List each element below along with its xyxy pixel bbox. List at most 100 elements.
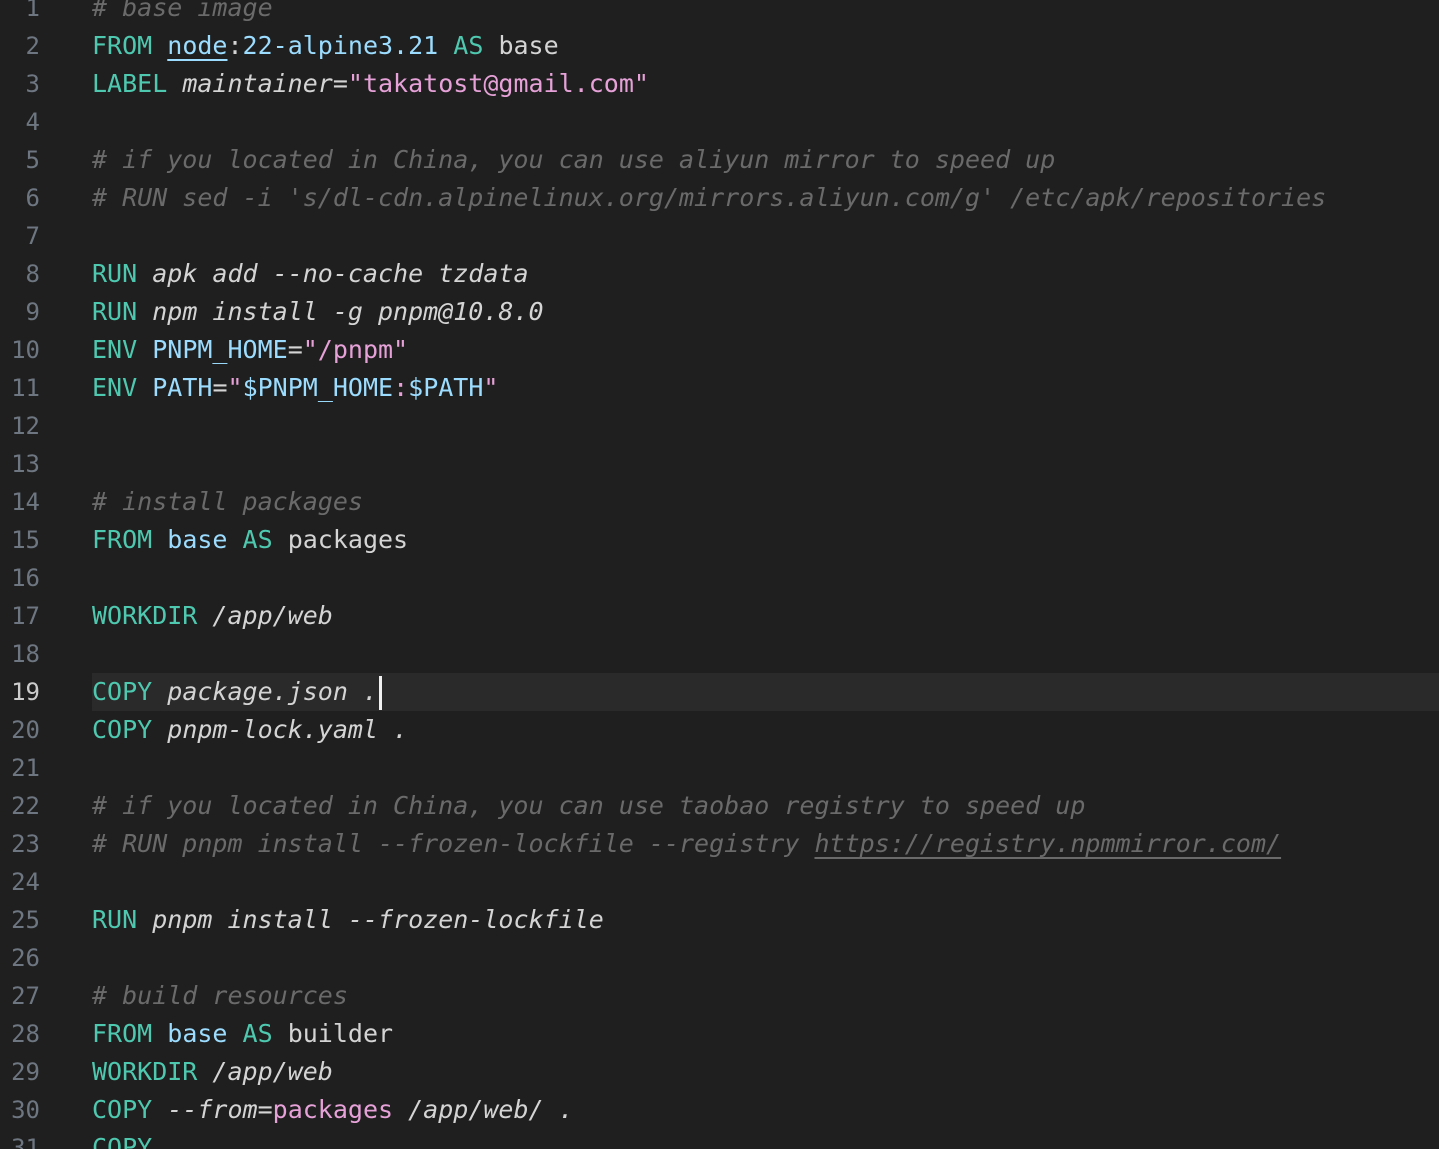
code-line[interactable]: 11 ENV PATH="$PNPM_HOME:$PATH"	[0, 369, 1439, 407]
line-content[interactable]: RUN apk add --no-cache tzdata	[92, 255, 1439, 293]
line-number: 31	[11, 1134, 40, 1149]
code-line[interactable]: 1 # base image	[0, 0, 1439, 27]
code-token: AS	[227, 1019, 288, 1048]
line-content[interactable]: # install packages	[92, 483, 1439, 521]
code-line[interactable]: 20 COPY pnpm-lock.yaml .	[0, 711, 1439, 749]
code-token: "takatost@gmail.com"	[347, 69, 649, 98]
line-number: 5	[25, 146, 40, 174]
code-token: COPY	[92, 715, 168, 744]
line-content[interactable]: WORKDIR /app/web	[92, 597, 1439, 635]
code-token: # install packages	[92, 487, 363, 516]
code-token: PNPM_HOME	[152, 335, 288, 364]
code-line[interactable]: 30 COPY --from=packages /app/web/ .	[0, 1091, 1439, 1129]
code-token: pnpm-lock.yaml .	[167, 715, 409, 744]
line-number: 13	[11, 450, 40, 478]
code-token: WORKDIR	[92, 1057, 213, 1086]
line-content[interactable]: FROM base AS packages	[92, 521, 1439, 559]
code-line[interactable]: 12	[0, 407, 1439, 445]
code-line[interactable]: 2 FROM node:22-alpine3.21 AS base	[0, 27, 1439, 65]
code-line[interactable]: 24	[0, 863, 1439, 901]
line-content[interactable]: # if you located in China, you can use a…	[92, 141, 1439, 179]
code-token: pnpm install --frozen-lockfile	[152, 905, 604, 934]
code-editor[interactable]: 1 # base image 2 FROM node:22-alpine3.21 AS…	[0, 0, 1439, 1149]
code-line[interactable]: 29 WORKDIR /app/web	[0, 1053, 1439, 1091]
line-content[interactable]	[92, 407, 1439, 445]
line-content[interactable]: # RUN sed -i 's/dl-cdn.alpinelinux.org/m…	[92, 179, 1439, 217]
line-content[interactable]: FROM node:22-alpine3.21 AS base	[92, 27, 1439, 65]
code-token: apk add --no-cache tzdata	[152, 259, 529, 288]
code-line[interactable]: 8 RUN apk add --no-cache tzdata	[0, 255, 1439, 293]
code-line[interactable]: 3 LABEL maintainer="takatost@gmail.com"	[0, 65, 1439, 103]
code-line[interactable]: 17 WORKDIR /app/web	[0, 597, 1439, 635]
code-token: FROM	[92, 31, 168, 60]
code-token: https://registry.npmmirror.com/	[814, 829, 1282, 858]
line-content[interactable]: # if you located in China, you can use t…	[92, 787, 1439, 825]
code-line[interactable]: 13	[0, 445, 1439, 483]
line-number: 16	[11, 564, 40, 592]
line-content[interactable]: LABEL maintainer="takatost@gmail.com"	[92, 65, 1439, 103]
code-token: ENV	[92, 335, 153, 364]
line-content[interactable]: # base image	[92, 0, 1439, 27]
line-content[interactable]	[92, 445, 1439, 483]
line-content[interactable]	[92, 939, 1439, 977]
line-content[interactable]	[92, 103, 1439, 141]
line-content[interactable]: FROM base AS builder	[92, 1015, 1439, 1053]
code-line[interactable]: 26	[0, 939, 1439, 977]
line-content[interactable]: COPY --from=packages /app/web/ .	[92, 1091, 1439, 1129]
line-number: 30	[11, 1096, 40, 1124]
line-number: 18	[11, 640, 40, 668]
code-line[interactable]: 22 # if you located in China, you can use…	[0, 787, 1439, 825]
line-number: 26	[11, 944, 40, 972]
code-line[interactable]: 25 RUN pnpm install --frozen-lockfile	[0, 901, 1439, 939]
code-line[interactable]: 15 FROM base AS packages	[0, 521, 1439, 559]
code-line[interactable]: 23 # RUN pnpm install --frozen-lockfile -…	[0, 825, 1439, 863]
line-number: 21	[11, 754, 40, 782]
code-line[interactable]: 6 # RUN sed -i 's/dl-cdn.alpinelinux.org/…	[0, 179, 1439, 217]
line-number: 1	[25, 0, 40, 22]
code-line[interactable]: 14 # install packages	[0, 483, 1439, 521]
line-content[interactable]	[92, 635, 1439, 673]
line-content[interactable]: # build resources	[92, 977, 1439, 1015]
line-content[interactable]: WORKDIR /app/web	[92, 1053, 1439, 1091]
code-token: PATH	[152, 373, 213, 402]
line-content[interactable]	[92, 217, 1439, 255]
code-token: /app/web	[212, 1057, 333, 1086]
line-content[interactable]: COPY package.json .	[92, 673, 1439, 711]
code-line[interactable]: 27 # build resources	[0, 977, 1439, 1015]
code-token: /app/web/ .	[393, 1095, 574, 1124]
code-line[interactable]: 7	[0, 217, 1439, 255]
code-token: packages	[272, 1095, 394, 1124]
code-line[interactable]: 9 RUN npm install -g pnpm@10.8.0	[0, 293, 1439, 331]
code-line[interactable]: 10 ENV PNPM_HOME="/pnpm"	[0, 331, 1439, 369]
line-content[interactable]	[92, 863, 1439, 901]
code-token: /app/web	[212, 601, 333, 630]
line-content[interactable]: ENV PNPM_HOME="/pnpm"	[92, 331, 1439, 369]
line-content[interactable]	[92, 559, 1439, 597]
line-content[interactable]: # RUN pnpm install --frozen-lockfile --r…	[92, 825, 1439, 863]
code-token: COPY	[92, 1133, 153, 1149]
line-number: 2	[25, 32, 40, 60]
line-number: 20	[11, 716, 40, 744]
code-line[interactable]: 5 # if you located in China, you can use …	[0, 141, 1439, 179]
code-line[interactable]: 16	[0, 559, 1439, 597]
line-number: 29	[11, 1058, 40, 1086]
code-token: AS	[227, 525, 288, 554]
code-token: =	[332, 69, 348, 98]
line-number: 24	[11, 868, 40, 896]
line-content[interactable]	[92, 749, 1439, 787]
code-line[interactable]: 18	[0, 635, 1439, 673]
code-line[interactable]: 21	[0, 749, 1439, 787]
line-content[interactable]: RUN npm install -g pnpm@10.8.0	[92, 293, 1439, 331]
code-line[interactable]: 28 FROM base AS builder	[0, 1015, 1439, 1053]
line-content[interactable]: ENV PATH="$PNPM_HOME:$PATH"	[92, 369, 1439, 407]
line-number: 17	[11, 602, 40, 630]
code-line[interactable]: 4	[0, 103, 1439, 141]
line-content[interactable]: COPY	[92, 1129, 1439, 1149]
code-token: # build resources	[92, 981, 348, 1010]
line-content[interactable]: COPY pnpm-lock.yaml .	[92, 711, 1439, 749]
code-token: builder	[287, 1019, 394, 1048]
code-line[interactable]: 19 COPY package.json .	[0, 673, 1439, 711]
line-content[interactable]: RUN pnpm install --frozen-lockfile	[92, 901, 1439, 939]
code-line[interactable]: 31 COPY	[0, 1129, 1439, 1149]
line-number: 19	[11, 678, 40, 706]
